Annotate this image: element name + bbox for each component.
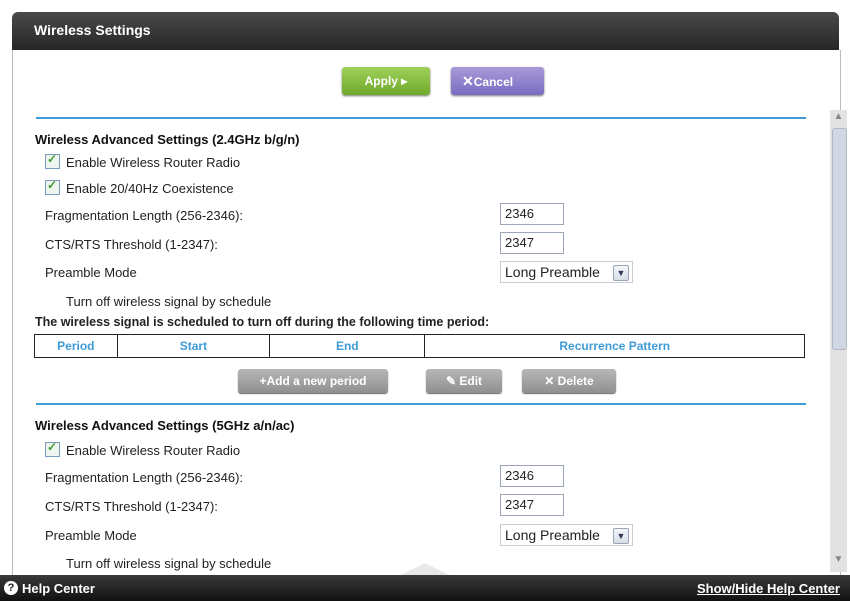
delete-button[interactable]: ✕ Delete xyxy=(522,369,616,393)
edit-label: Edit xyxy=(459,374,483,388)
delete-icon: ✕ xyxy=(544,374,558,388)
title-bar: Wireless Settings xyxy=(12,12,839,50)
scroll-up-icon[interactable]: ▲ xyxy=(832,111,845,125)
section-divider xyxy=(36,117,806,119)
preamble-5-label: Preamble Mode xyxy=(45,528,137,543)
preamble-24-select[interactable]: Long Preamble ▼ xyxy=(500,261,633,283)
help-center-link[interactable]: Help Center xyxy=(22,581,95,596)
help-icon[interactable]: ? xyxy=(4,581,18,595)
column-start: Start xyxy=(118,335,271,357)
frag-length-24-label: Fragmentation Length (256-2346): xyxy=(45,208,244,223)
section-title-24ghz: Wireless Advanced Settings (2.4GHz b/g/n… xyxy=(35,132,300,147)
cancel-label: Cancel xyxy=(473,75,514,89)
preamble-24-label: Preamble Mode xyxy=(45,265,137,280)
delete-label: Delete xyxy=(557,374,594,388)
chevron-down-icon: ▼ xyxy=(613,528,629,544)
frag-length-24-input[interactable]: 2346 xyxy=(500,203,564,225)
coexistence-checkbox[interactable] xyxy=(45,178,60,195)
schedule-off-24-label: Turn off wireless signal by schedule xyxy=(66,294,272,309)
frag-length-5-label: Fragmentation Length (256-2346): xyxy=(45,470,244,485)
pencil-icon: ✎ xyxy=(445,374,460,388)
section-title-5ghz: Wireless Advanced Settings (5GHz a/n/ac) xyxy=(35,418,295,433)
edit-button[interactable]: ✎ Edit xyxy=(426,369,502,393)
cts-threshold-5-label: CTS/RTS Threshold (1-2347): xyxy=(45,499,218,514)
cts-threshold-24-label: CTS/RTS Threshold (1-2347): xyxy=(45,237,218,252)
column-recurrence: Recurrence Pattern xyxy=(559,339,671,353)
chevron-down-icon: ▼ xyxy=(613,265,629,281)
content-frame xyxy=(12,50,841,575)
scrollbar-thumb[interactable] xyxy=(832,128,847,350)
column-end: End xyxy=(270,335,426,357)
scroll-down-icon[interactable]: ▼ xyxy=(832,554,845,568)
enable-radio-24-checkbox[interactable] xyxy=(45,152,60,169)
frag-length-5-input[interactable]: 2346 xyxy=(500,465,564,487)
add-period-button[interactable]: +Add a new period xyxy=(238,369,388,393)
section-divider-2 xyxy=(36,403,806,405)
footer-bar: ? Help Center Show/Hide Help Center xyxy=(0,575,850,601)
wireless-settings-window: Wireless Settings Apply ▸ ✕Cancel Wirele… xyxy=(0,0,850,601)
column-period: Period xyxy=(35,335,118,357)
cancel-button[interactable]: ✕Cancel xyxy=(451,67,544,95)
show-hide-help-link[interactable]: Show/Hide Help Center xyxy=(697,581,840,596)
schedule-table-header: Period Start End Recurrence Pattern xyxy=(34,334,805,358)
schedule-off-5-label: Turn off wireless signal by schedule xyxy=(66,556,272,571)
preamble-24-value: Long Preamble xyxy=(505,264,600,280)
page-title: Wireless Settings xyxy=(34,22,151,38)
enable-radio-5-checkbox[interactable] xyxy=(45,440,60,457)
close-icon: ✕ xyxy=(462,73,474,89)
cts-threshold-24-input[interactable]: 2347 xyxy=(500,232,564,254)
cts-threshold-5-input[interactable]: 2347 xyxy=(500,494,564,516)
schedule-note: The wireless signal is scheduled to turn… xyxy=(35,315,490,329)
enable-radio-24-label: Enable Wireless Router Radio xyxy=(66,155,241,170)
coexistence-label: Enable 20/40Hz Coexistence xyxy=(66,181,234,196)
apply-button[interactable]: Apply ▸ xyxy=(342,67,430,95)
enable-radio-5-label: Enable Wireless Router Radio xyxy=(66,443,241,458)
preamble-5-value: Long Preamble xyxy=(505,527,600,543)
preamble-5-select[interactable]: Long Preamble ▼ xyxy=(500,524,633,546)
